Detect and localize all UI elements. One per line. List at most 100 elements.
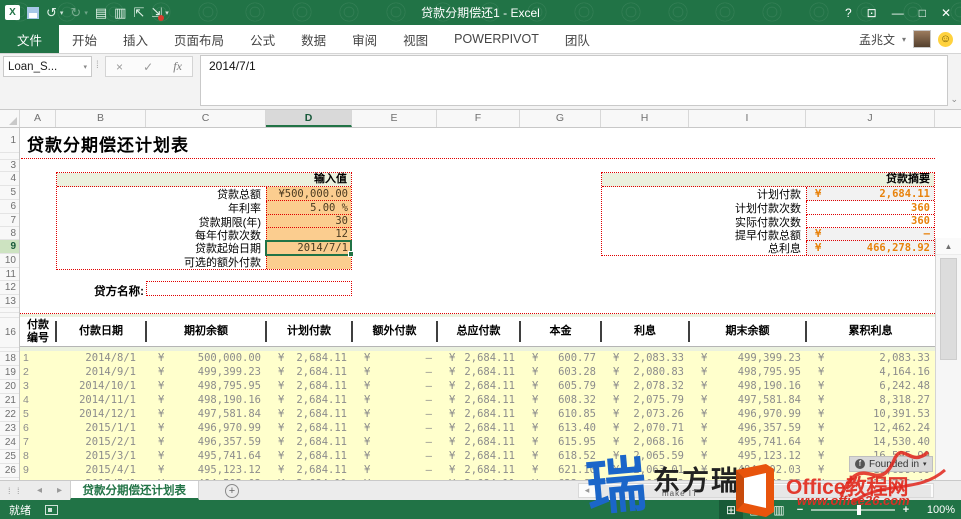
cell[interactable]: ¥2,684.11 — [437, 351, 520, 365]
formula-input[interactable]: 2014/7/1 — [200, 55, 948, 106]
cell[interactable]: ¥2,063.01 — [601, 463, 689, 477]
workflow-icon[interactable]: ⇱ — [133, 5, 144, 21]
cell[interactable]: ¥10,391.53 — [806, 407, 935, 421]
input-field-value[interactable]: 30 — [266, 215, 351, 228]
cell[interactable]: ¥496,357.59 — [146, 435, 266, 449]
input-field-value[interactable]: 12 — [266, 228, 351, 241]
horizontal-scrollbar[interactable]: ◂ — [578, 483, 934, 498]
macro-record-icon[interactable] — [45, 505, 58, 515]
vertical-scroll-thumb[interactable] — [940, 258, 957, 360]
cell[interactable]: ¥2,684.11 — [437, 379, 520, 393]
cell[interactable]: 2015/4/1 — [56, 463, 146, 477]
cell[interactable]: ¥498,190.16 — [146, 393, 266, 407]
cell[interactable]: ¥495,123.12 — [689, 449, 806, 463]
active-sheet-tab[interactable]: 贷款分期偿还计划表 — [70, 481, 200, 500]
user-name[interactable]: 孟兆文 — [859, 31, 895, 48]
summary-value[interactable]: ¥466,278.92 — [806, 241, 934, 255]
cell[interactable]: ¥613.40 — [520, 421, 601, 435]
insert-function-button[interactable]: fx — [173, 59, 182, 74]
column-header-e[interactable]: E — [352, 110, 437, 127]
cell[interactable]: ¥4,164.16 — [806, 365, 935, 379]
cell[interactable]: 4 — [20, 393, 56, 407]
cell[interactable]: ¥2,684.11 — [266, 463, 352, 477]
table-tool-icon-1[interactable]: ▤ — [95, 5, 107, 21]
row-header-hidden[interactable] — [0, 153, 19, 160]
name-box-dropdown-icon[interactable]: ▾ — [83, 63, 87, 71]
cell[interactable]: ¥2,065.59 — [601, 449, 689, 463]
row-header-8[interactable]: 8 — [0, 227, 19, 240]
cell[interactable]: ¥2,684.11 — [437, 463, 520, 477]
ribbon-tab-9[interactable]: 团队 — [552, 25, 603, 53]
file-tab[interactable]: 文件 — [0, 25, 59, 53]
name-box-resize-grip[interactable]: ⁞ — [96, 60, 98, 71]
cancel-entry-button[interactable]: × — [116, 60, 123, 74]
redo-button[interactable]: ↻ — [70, 5, 81, 21]
scroll-left-icon[interactable]: ◂ — [579, 485, 595, 496]
cell[interactable]: 5 — [20, 407, 56, 421]
cell[interactable]: ¥– — [352, 393, 437, 407]
row-header-7[interactable]: 7 — [0, 214, 19, 227]
cell[interactable]: 2014/9/1 — [56, 365, 146, 379]
undo-dropdown-icon[interactable]: ▾ — [60, 9, 64, 17]
column-header-j[interactable]: J — [806, 110, 935, 127]
cell[interactable]: ¥6,242.48 — [806, 379, 935, 393]
cell[interactable]: ¥2,684.11 — [437, 435, 520, 449]
cell[interactable]: ¥499,399.23 — [689, 351, 806, 365]
spreadsheet-grid[interactable]: 贷款分期偿还计划表 输入值 贷款总额¥500,000.00年利率5.00 %贷款… — [0, 128, 961, 480]
table-header-cell[interactable]: 期末余额 — [689, 317, 806, 346]
cell[interactable]: ¥495,741.64 — [689, 435, 806, 449]
row-header-6[interactable]: 6 — [0, 200, 19, 214]
cell[interactable]: ¥14,530.40 — [806, 435, 935, 449]
ribbon-tab-1[interactable]: 开始 — [59, 25, 110, 53]
cell[interactable]: ¥2,078.32 — [601, 379, 689, 393]
row-header-11[interactable]: 11 — [0, 268, 19, 281]
row-header-9[interactable]: 9 — [0, 240, 19, 254]
zoom-slider-thumb[interactable] — [857, 505, 861, 515]
zoom-level[interactable]: 100% — [915, 504, 955, 516]
redo-dropdown-icon[interactable]: ▾ — [84, 9, 88, 17]
table-header-cell[interactable]: 累积利息 — [806, 317, 935, 346]
input-field-value[interactable]: ¥500,000.00 — [266, 187, 351, 201]
cell[interactable]: ¥2,684.11 — [437, 421, 520, 435]
cell[interactable]: ¥603.28 — [520, 365, 601, 379]
cell[interactable]: ¥608.32 — [520, 393, 601, 407]
cell[interactable]: 1 — [20, 351, 56, 365]
zoom-in-button[interactable]: + — [897, 504, 915, 516]
avatar[interactable] — [913, 30, 931, 48]
cell[interactable]: ¥2,073.26 — [601, 407, 689, 421]
cell[interactable]: ¥– — [352, 379, 437, 393]
cell[interactable]: ¥2,083.33 — [806, 351, 935, 365]
cell[interactable]: ¥– — [352, 421, 437, 435]
row-header-19[interactable]: 19 — [0, 366, 19, 380]
select-all-corner[interactable] — [0, 110, 20, 127]
table-header-cell[interactable]: 额外付款 — [352, 317, 437, 346]
cell[interactable]: ¥498,795.95 — [146, 379, 266, 393]
summary-value[interactable]: 360 — [806, 215, 934, 228]
table-header-cell[interactable]: 利息 — [601, 317, 689, 346]
horizontal-scroll-thumb[interactable] — [597, 485, 931, 497]
input-field-value[interactable]: 2014/7/1 — [266, 241, 351, 255]
row-header-26[interactable]: 26 — [0, 464, 19, 478]
table-tool-icon-2[interactable]: ▥ — [114, 5, 126, 21]
cell[interactable]: 2015/1/1 — [56, 421, 146, 435]
cell[interactable]: ¥– — [352, 351, 437, 365]
workflow-error-icon[interactable]: ⇲ — [151, 5, 162, 21]
summary-value[interactable]: 360 — [806, 201, 934, 215]
cell[interactable]: ¥2,684.11 — [437, 393, 520, 407]
cell[interactable]: 6 — [20, 421, 56, 435]
cell[interactable]: ¥– — [352, 435, 437, 449]
cell[interactable]: ¥497,581.84 — [689, 393, 806, 407]
column-header-h[interactable]: H — [601, 110, 689, 127]
cell[interactable]: ¥605.79 — [520, 379, 601, 393]
cell[interactable]: 7 — [20, 435, 56, 449]
page-layout-view-button[interactable]: ▤ — [743, 500, 767, 519]
cell[interactable]: ¥2,080.83 — [601, 365, 689, 379]
table-header-cell[interactable]: 总应付款 — [437, 317, 520, 346]
cell[interactable]: ¥– — [352, 463, 437, 477]
row-header-23[interactable]: 23 — [0, 422, 19, 436]
cell[interactable]: ¥621.10 — [520, 463, 601, 477]
summary-value[interactable]: ¥– — [806, 228, 934, 241]
cell[interactable]: ¥615.95 — [520, 435, 601, 449]
row-header-12[interactable]: 12 — [0, 281, 19, 295]
maximize-button[interactable]: □ — [919, 6, 926, 20]
